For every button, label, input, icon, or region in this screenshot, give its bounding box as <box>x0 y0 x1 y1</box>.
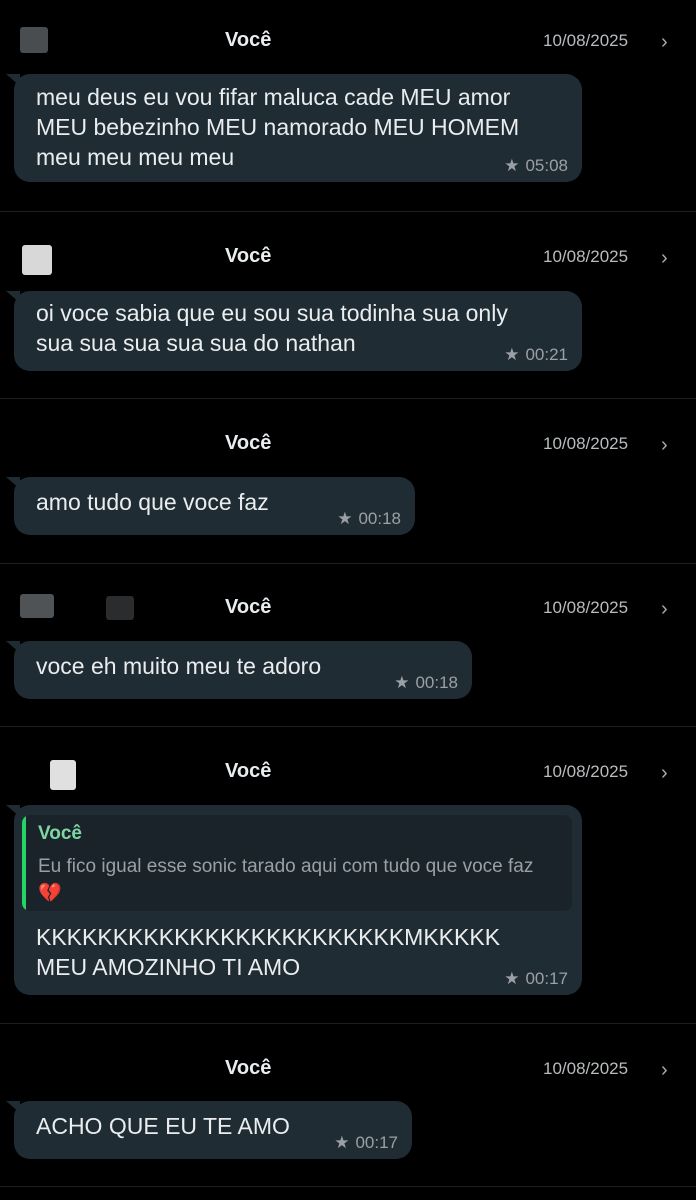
avatar <box>106 596 134 620</box>
avatar <box>50 760 76 790</box>
sender-name: Você <box>225 1057 272 1079</box>
message-text: voce eh muito meu te adoro <box>36 653 322 679</box>
bubble-tail <box>6 805 20 817</box>
message-meta: ★ 00:21 <box>504 345 568 365</box>
bubble-tail <box>6 74 20 86</box>
entry-header[interactable]: Você 10/08/2025 › <box>0 27 696 57</box>
bubble-tail <box>6 291 20 303</box>
star-icon: ★ <box>504 156 520 175</box>
quoted-message[interactable]: Você Eu fico igual esse sonic tarado aqu… <box>22 815 572 911</box>
chevron-right-icon[interactable]: › <box>661 243 668 273</box>
message-bubble[interactable]: meu deus eu vou fifar maluca cade MEU am… <box>6 74 582 182</box>
divider <box>0 211 696 212</box>
message-date: 10/08/2025 <box>543 598 629 617</box>
star-icon: ★ <box>504 969 520 988</box>
message-date: 10/08/2025 <box>543 31 629 50</box>
avatar <box>20 594 54 618</box>
entry-header[interactable]: Você 10/08/2025 › <box>0 1055 696 1085</box>
quote-accent-bar <box>22 815 26 911</box>
quote-text: Eu fico igual esse sonic tarado aqui com… <box>38 853 558 907</box>
message-meta: ★ 00:17 <box>504 969 568 989</box>
avatar <box>22 245 52 275</box>
message-bubble[interactable]: Você Eu fico igual esse sonic tarado aqu… <box>6 805 582 995</box>
message-date: 10/08/2025 <box>543 1059 629 1078</box>
message-bubble[interactable]: amo tudo que voce faz ★ 00:18 <box>6 477 415 535</box>
message-meta: ★ 00:18 <box>337 509 401 529</box>
message-text: oi voce sabia que eu sou sua todinha sua… <box>36 300 508 356</box>
star-icon: ★ <box>504 345 520 364</box>
quote-author: Você <box>38 823 83 844</box>
quote-text-content: Eu fico igual esse sonic tarado aqui com… <box>38 856 534 877</box>
message-text: ACHO QUE EU TE AMO <box>36 1113 290 1139</box>
message-text: meu deus eu vou fifar maluca cade MEU am… <box>36 84 520 170</box>
entry-header[interactable]: Você 10/08/2025 › <box>0 758 696 790</box>
divider <box>0 726 696 727</box>
chevron-right-icon[interactable]: › <box>661 594 668 624</box>
message-text: KKKKKKKKKKKKKKKKKKKKKKKKMKKKKK MEU AMOZI… <box>36 924 501 980</box>
message-date: 10/08/2025 <box>543 247 629 266</box>
message-time: 00:21 <box>525 345 568 364</box>
message-time: 00:17 <box>355 1133 398 1152</box>
message-meta: ★ 00:18 <box>394 673 458 693</box>
sender-name: Você <box>225 245 272 267</box>
message-bubble[interactable]: voce eh muito meu te adoro ★ 00:18 <box>6 641 472 699</box>
message-text: amo tudo que voce faz <box>36 489 269 515</box>
entry-header[interactable]: Você 10/08/2025 › <box>0 243 696 275</box>
message-date: 10/08/2025 <box>543 762 629 781</box>
bubble-tail <box>6 641 20 653</box>
message-bubble[interactable]: oi voce sabia que eu sou sua todinha sua… <box>6 291 582 371</box>
chevron-right-icon[interactable]: › <box>661 1055 668 1085</box>
sender-name: Você <box>225 760 272 782</box>
chevron-right-icon[interactable]: › <box>661 758 668 788</box>
message-time: 00:18 <box>358 509 401 528</box>
message-meta: ★ 00:17 <box>334 1133 398 1153</box>
sender-name: Você <box>225 596 272 618</box>
sender-name: Você <box>225 432 272 454</box>
message-meta: ★ 05:08 <box>504 156 568 176</box>
avatar <box>20 27 48 53</box>
star-icon: ★ <box>334 1133 350 1152</box>
divider <box>0 563 696 564</box>
message-time: 00:17 <box>525 969 568 988</box>
divider <box>0 398 696 399</box>
sender-name: Você <box>225 29 272 51</box>
message-bubble[interactable]: ACHO QUE EU TE AMO ★ 00:17 <box>6 1101 412 1159</box>
star-icon: ★ <box>337 509 353 528</box>
bubble-tail <box>6 1101 20 1113</box>
bubble-tail <box>6 477 20 489</box>
star-icon: ★ <box>394 673 410 692</box>
divider <box>0 1186 696 1187</box>
chevron-right-icon[interactable]: › <box>661 430 668 460</box>
message-time: 05:08 <box>525 156 568 175</box>
divider <box>0 1023 696 1024</box>
entry-header[interactable]: Você 10/08/2025 › <box>0 594 696 624</box>
broken-heart-icon: 💔 <box>38 883 62 904</box>
entry-header[interactable]: Você 10/08/2025 › <box>0 430 696 460</box>
chevron-right-icon[interactable]: › <box>661 27 668 57</box>
message-date: 10/08/2025 <box>543 434 629 453</box>
message-time: 00:18 <box>415 673 458 692</box>
